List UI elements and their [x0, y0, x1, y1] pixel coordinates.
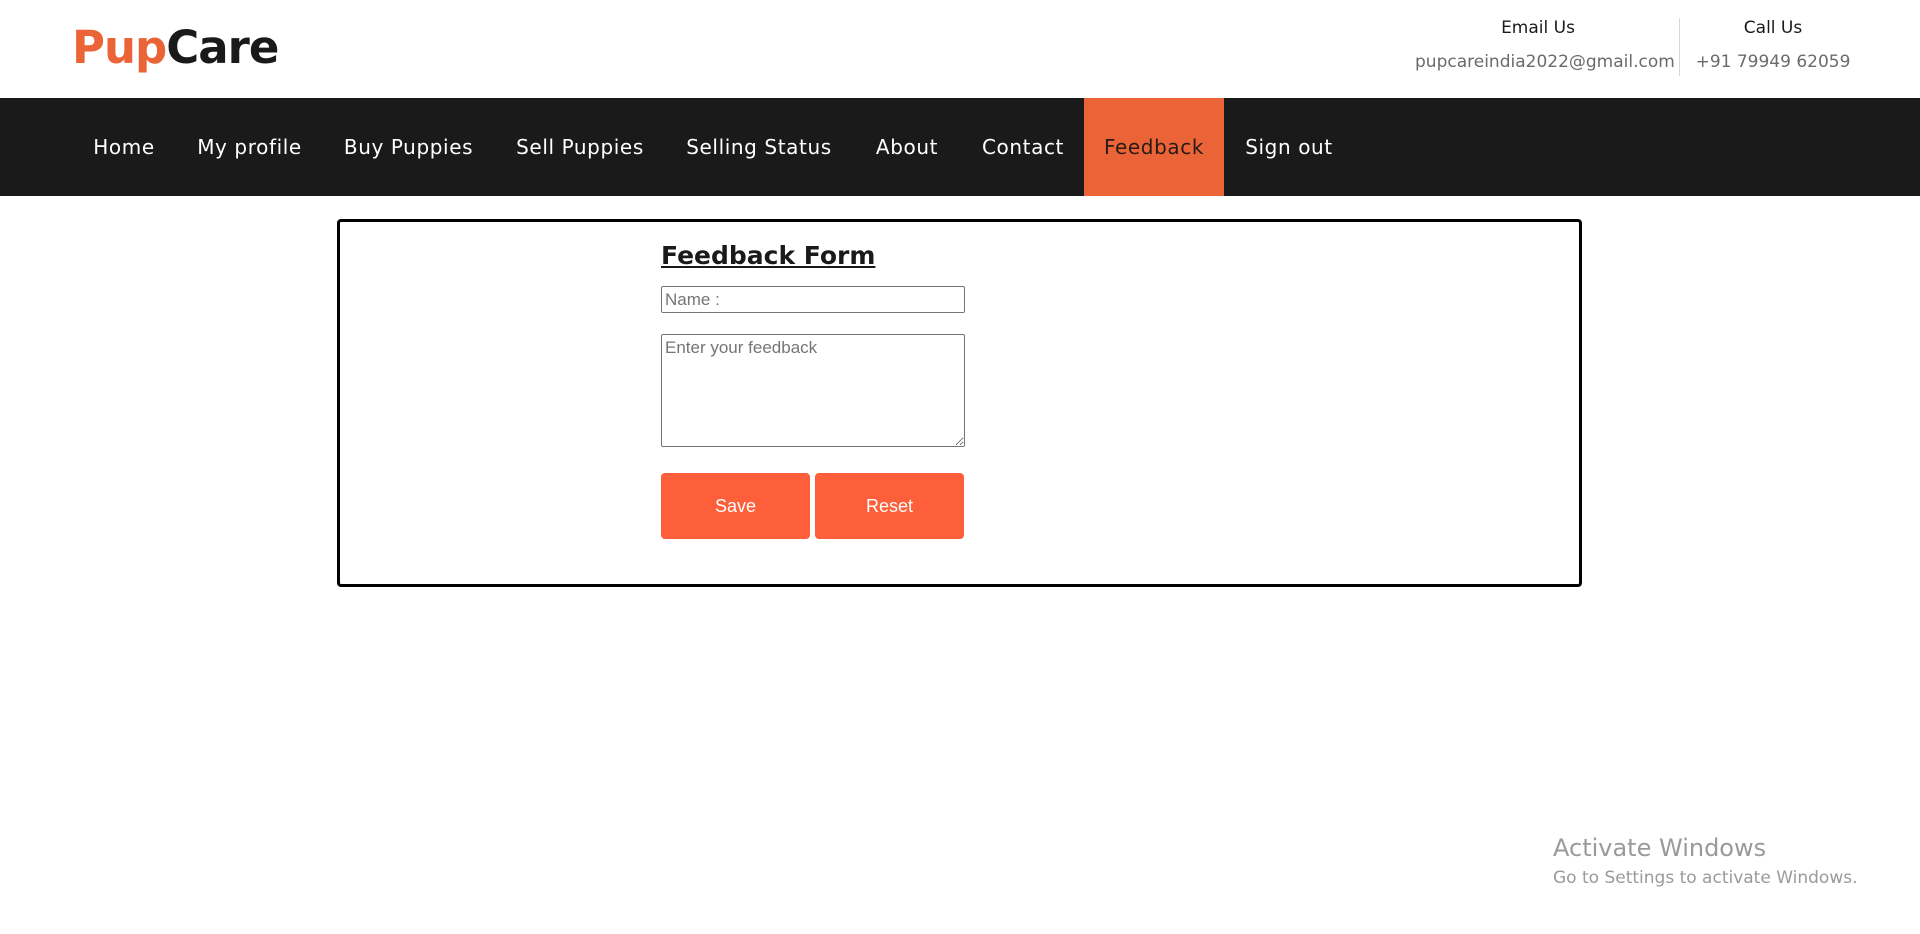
call-contact: Call Us +91 79949 62059: [1690, 14, 1856, 76]
email-contact: Email Us pupcareindia2022@gmail.com: [1415, 14, 1675, 76]
nav-item-sell-puppies[interactable]: Sell Puppies: [494, 98, 666, 196]
call-label: Call Us: [1743, 18, 1803, 38]
call-value: +91 79949 62059: [1695, 52, 1851, 72]
top-header: PupCare Email Us pupcareindia2022@gmail.…: [0, 0, 1920, 98]
nav-item-about[interactable]: About: [852, 98, 962, 196]
email-label: Email Us: [1501, 18, 1575, 38]
name-input[interactable]: [661, 286, 965, 313]
save-button[interactable]: Save: [661, 473, 810, 539]
nav-item-feedback[interactable]: Feedback: [1084, 98, 1224, 196]
watermark-title: Activate Windows: [1553, 834, 1767, 862]
brand-logo-part1: Pup: [72, 21, 167, 74]
reset-button[interactable]: Reset: [815, 473, 964, 539]
nav-item-my-profile[interactable]: My profile: [176, 98, 323, 196]
nav-item-buy-puppies[interactable]: Buy Puppies: [323, 98, 494, 196]
nav-item-sign-out[interactable]: Sign out: [1224, 98, 1354, 196]
brand-logo-part2: Care: [166, 21, 279, 74]
feedback-textarea[interactable]: [661, 334, 965, 447]
brand-logo[interactable]: PupCare: [72, 20, 279, 76]
email-value: pupcareindia2022@gmail.com: [1415, 52, 1675, 72]
nav-item-selling-status[interactable]: Selling Status: [666, 98, 852, 196]
form-title: Feedback Form: [661, 241, 876, 270]
nav-item-contact[interactable]: Contact: [962, 98, 1084, 196]
contact-divider: [1679, 18, 1680, 76]
nav-item-home[interactable]: Home: [72, 98, 176, 196]
main-navbar: Home My profile Buy Puppies Sell Puppies…: [0, 98, 1920, 196]
activate-windows-watermark: Activate Windows Go to Settings to activ…: [1553, 832, 1858, 890]
watermark-subtitle: Go to Settings to activate Windows.: [1553, 868, 1858, 888]
